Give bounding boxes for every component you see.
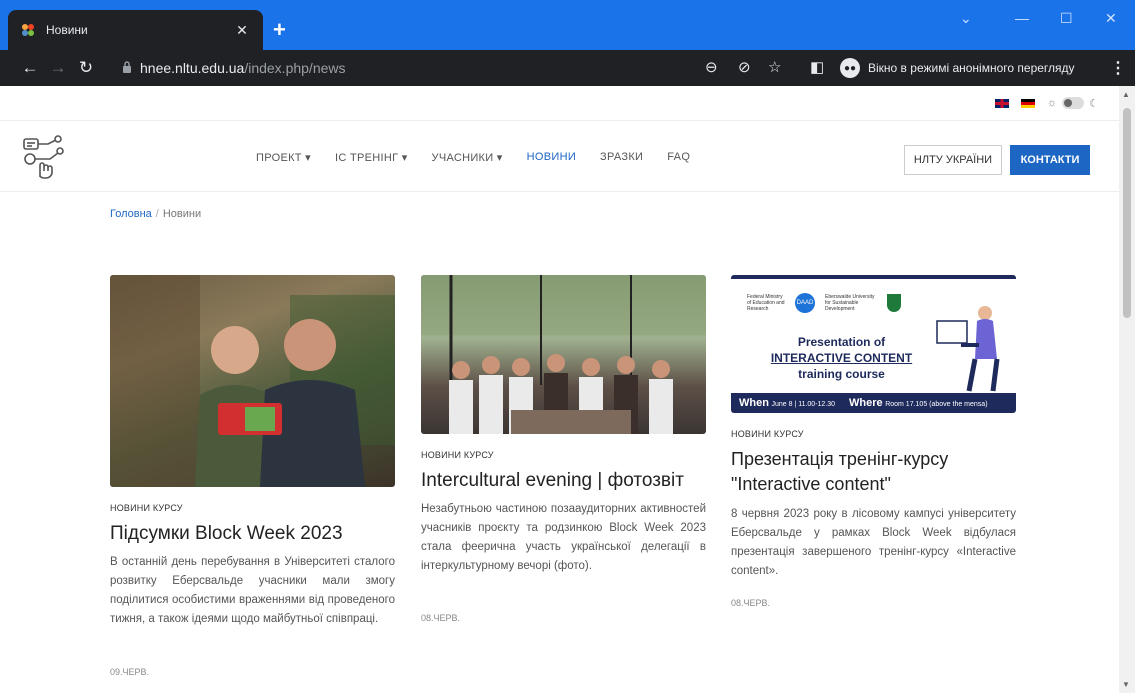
poster-title: Presentation of INTERACTIVE CONTENT trai… <box>770 335 913 381</box>
breadcrumb-home[interactable]: Головна <box>110 208 152 220</box>
nav-faq[interactable]: FAQ <box>667 151 690 164</box>
news-title[interactable]: Презентація тренінг-курсу "Interactive c… <box>731 447 1016 497</box>
tab-close-icon[interactable]: ✕ <box>233 22 251 39</box>
shield-logo-icon <box>887 294 901 312</box>
page-scrollbar[interactable]: ▲ ▼ <box>1119 86 1135 693</box>
url-path: /index.php/news <box>244 60 346 76</box>
moon-icon: ☾ <box>1089 97 1099 110</box>
scroll-down-icon[interactable]: ▼ <box>1122 680 1130 689</box>
news-date: 08.ЧЕРВ. <box>421 613 461 623</box>
joomla-favicon-icon <box>20 22 36 38</box>
scroll-up-icon[interactable]: ▲ <box>1122 90 1130 99</box>
nav-samples[interactable]: ЗРАЗКИ <box>600 151 643 164</box>
forward-arrow-icon[interactable]: → <box>44 58 72 78</box>
news-excerpt: Незабутньою частиною позааудиторних акти… <box>421 503 706 572</box>
uk-flag-icon[interactable] <box>995 98 1010 108</box>
minimize-icon[interactable]: — <box>1015 10 1029 26</box>
site-logo-icon[interactable] <box>22 133 64 179</box>
news-photo[interactable] <box>110 275 395 487</box>
back-arrow-icon[interactable]: ← <box>16 58 44 78</box>
tab-search-chevron-icon[interactable]: ⌄ <box>960 10 972 27</box>
maximize-icon[interactable]: ☐ <box>1060 10 1073 27</box>
site-topbar: ☼ ☾ <box>0 86 1119 120</box>
ministry-logo-icon: Federal Ministry of Education and Resear… <box>747 294 785 312</box>
incognito-label: Вікно в режимі анонімного перегляду <box>868 61 1075 75</box>
nav-participants[interactable]: УЧАСНИКИ ▾ <box>432 151 503 164</box>
hnee-logo-icon: Eberswalde University for Sustainable De… <box>825 294 875 312</box>
news-excerpt: В останній день перебування в Університе… <box>110 556 395 625</box>
breadcrumb: Головна / Новини <box>110 208 202 220</box>
tab-title: Новини <box>46 23 88 37</box>
news-card: Federal Ministry of Education and Resear… <box>731 275 1016 635</box>
new-tab-icon[interactable]: + <box>273 19 286 41</box>
address-bar[interactable]: hnee.nltu.edu.ua/index.php/news <box>110 55 800 81</box>
zoom-icon[interactable]: ⊖ <box>705 58 718 76</box>
page-viewport: ☼ ☾ ПРОЕКТ ▾ ІС ТРЕНІНГ ▾ УЧАСНИКИ ▾ НОВ… <box>0 86 1119 693</box>
nltu-ukraine-button[interactable]: НЛТУ УКРАЇНИ <box>904 145 1002 175</box>
reload-icon[interactable]: ↻ <box>72 58 100 78</box>
lock-icon <box>122 60 132 76</box>
news-title[interactable]: Підсумки Block Week 2023 <box>110 521 395 546</box>
news-category[interactable]: НОВИНИ КУРСУ <box>110 503 183 513</box>
sun-icon: ☼ <box>1047 97 1058 109</box>
news-category[interactable]: НОВИНИ КУРСУ <box>731 429 804 439</box>
contacts-button[interactable]: КОНТАКТИ <box>1010 145 1090 175</box>
eye-blocked-icon[interactable]: ⊘ <box>738 58 751 76</box>
incognito-icon: ●● <box>840 58 860 78</box>
news-title[interactable]: Intercultural evening | фотозвіт <box>421 468 706 493</box>
url-host: hnee.nltu.edu.ua <box>140 60 245 76</box>
browser-titlebar: Новини ✕ + ⌄ — ☐ ✕ <box>0 0 1135 50</box>
news-date: 08.ЧЕРВ. <box>731 598 771 608</box>
news-category[interactable]: НОВИНИ КУРСУ <box>421 450 494 460</box>
news-excerpt: 8 червня 2023 року в лісовому кампусі ун… <box>731 508 1016 577</box>
news-date: 09.ЧЕРВ. <box>110 667 150 677</box>
nav-news[interactable]: НОВИНИ <box>527 151 576 164</box>
breadcrumb-current: Новини <box>162 208 202 220</box>
browser-menu-icon[interactable]: ⋮ <box>1110 58 1126 78</box>
site-header: ПРОЕКТ ▾ ІС ТРЕНІНГ ▾ УЧАСНИКИ ▾ НОВИНИ … <box>0 120 1119 192</box>
news-card: НОВИНИ КУРСУ Intercultural evening | фот… <box>421 275 706 655</box>
poster-logos: Federal Ministry of Education and Resear… <box>747 293 901 313</box>
poster-person-illustration <box>936 306 1000 392</box>
daad-logo-icon: DAAD <box>795 293 815 313</box>
poster-bottom-bar: When June 8 | 11.00-12.30 Where Room 17.… <box>731 393 1016 413</box>
nav-project[interactable]: ПРОЕКТ ▾ <box>256 151 311 164</box>
scrollbar-thumb[interactable] <box>1123 108 1131 318</box>
nav-is-training[interactable]: ІС ТРЕНІНГ ▾ <box>335 151 408 164</box>
close-window-icon[interactable]: ✕ <box>1105 10 1117 27</box>
side-panel-icon[interactable]: ◧ <box>810 58 824 76</box>
theme-toggle[interactable]: ☼ ☾ <box>1047 97 1099 110</box>
news-poster-image[interactable]: Federal Ministry of Education and Resear… <box>731 275 1016 413</box>
main-navigation: ПРОЕКТ ▾ ІС ТРЕНІНГ ▾ УЧАСНИКИ ▾ НОВИНИ … <box>256 151 690 164</box>
bookmark-star-icon[interactable]: ☆ <box>768 58 781 76</box>
news-photo[interactable] <box>421 275 706 434</box>
incognito-indicator[interactable]: ●● Вікно в режимі анонімного перегляду <box>840 56 1075 80</box>
browser-toolbar: ← → ↻ hnee.nltu.edu.ua/index.php/news ⊖ … <box>0 50 1135 86</box>
theme-switch[interactable] <box>1062 97 1085 109</box>
germany-flag-icon[interactable] <box>1021 98 1036 108</box>
browser-tab-active[interactable]: Новини ✕ <box>8 10 263 50</box>
news-card: НОВИНИ КУРСУ Підсумки Block Week 2023 В … <box>110 275 395 685</box>
